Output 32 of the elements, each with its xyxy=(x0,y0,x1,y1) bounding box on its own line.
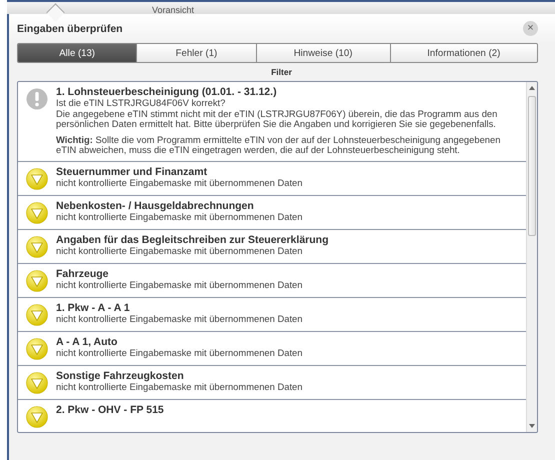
item-title: Steuernummer und Finanzamt xyxy=(56,166,208,178)
scroll-up-icon[interactable] xyxy=(529,86,535,90)
scrollbar[interactable] xyxy=(526,82,537,432)
item-subtitle: nicht kontrollierte Eingabemaske mit übernommenen Daten xyxy=(56,280,304,290)
item-title: Nebenkosten- / Hausgeldabrechnungen xyxy=(56,200,255,212)
item-subtitle: nicht kontrollierte Eingabemaske mit übernommenen Daten xyxy=(56,212,304,222)
item-subtitle: nicht kontrollierte Eingabemaske mit übernommenen Daten xyxy=(56,178,304,188)
message-text: Die angegebene eTIN stimmt nicht mit der eTIN (LSTRJRGU87F06Y) überein, die das Programm aus den persönlichen Daten ermittelt hat. Bitte überprüfen Sie die Angaben und korrigieren Sie sie gegebenenfalls. xyxy=(56,108,498,130)
item-subtitle: nicht kontrollierte Eingabemaske mit übernommenen Daten xyxy=(56,314,304,324)
filter-tab[interactable]: Fehler (1) xyxy=(136,44,256,62)
item-title: A - A 1, Auto xyxy=(56,336,118,348)
item-title: Angaben für das Begleitschreiben zur Steuererklärung xyxy=(56,234,330,246)
item-title: Sonstige Fahrzeugkosten xyxy=(56,370,185,382)
exclamation-icon xyxy=(26,88,48,110)
item-subtitle: nicht kontrollierte Eingabemaske mit übernommenen Daten xyxy=(56,246,302,256)
item-title: Fahrzeuge xyxy=(56,268,110,280)
background-tab-label: Voransicht xyxy=(152,6,194,15)
close-button[interactable]: × xyxy=(523,21,538,36)
item-title: 1. Pkw - A - A 1 xyxy=(56,302,131,314)
scroll-thumb[interactable] xyxy=(528,96,536,236)
item-title: 1. Lohnsteuerbescheinigung (01.01. - 31.12.) xyxy=(56,86,278,98)
item-subtitle: nicht kontrollierte Eingabemaske mit übernommenen Daten xyxy=(56,382,304,392)
filter-tab[interactable]: Alle (13) xyxy=(18,44,136,62)
item-subtitle: nicht kontrollierte Eingabemaske mit übernommenen Daten xyxy=(56,348,304,358)
dialog-title: Eingaben überprüfen xyxy=(17,22,123,34)
item-title: 2. Pkw - OHV - FP 515 xyxy=(56,404,165,416)
scroll-down-icon[interactable] xyxy=(529,424,535,428)
filter-tab[interactable]: Hinweise (10) xyxy=(256,44,390,62)
message-text: Ist die eTIN LSTRJRGU84F06V korrekt? xyxy=(56,98,226,108)
filter-tab[interactable]: Informationen (2) xyxy=(390,44,537,62)
note-text: Wichtig: Sollte die vom Programm ermittelte eTIN von der auf der Lohnsteuerbescheinigung angegebenen eTIN abweichen, muss die eTIN eingetragen werden, die auf der Lohnsteuerbescheinigung steht. xyxy=(56,134,502,156)
filter-label: Filter xyxy=(270,67,293,77)
